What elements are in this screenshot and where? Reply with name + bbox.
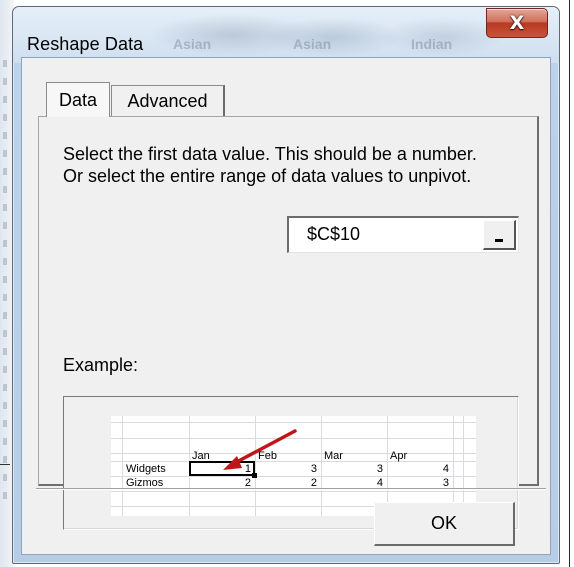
gridline	[111, 438, 476, 439]
background-title-ghost: Asian	[173, 36, 212, 52]
example-column-header: Mar	[324, 450, 343, 462]
example-column-header: Feb	[258, 450, 277, 462]
ok-button[interactable]: OK	[374, 502, 515, 546]
example-spreadsheet-image: Jan Feb Mar Apr Widgets 1 3 3 4 Gizmos 2…	[111, 416, 476, 516]
gridline	[463, 416, 464, 516]
range-input[interactable]	[289, 218, 479, 251]
range-selector	[287, 216, 519, 253]
data-tab-panel: Select the first data value. This should…	[38, 116, 539, 530]
gridline	[122, 416, 123, 516]
example-cell: 3	[310, 463, 317, 475]
gridline	[255, 416, 256, 516]
example-label: Example:	[63, 355, 139, 375]
tab-data[interactable]: Data	[46, 82, 110, 117]
background-divider	[569, 0, 570, 567]
gridline	[111, 453, 476, 454]
selected-cell-highlight	[189, 461, 255, 476]
dialog-client-area: Data Advanced Select the first data valu…	[21, 57, 551, 555]
gridline	[387, 416, 388, 516]
gridline	[453, 416, 454, 516]
tab-advanced[interactable]: Advanced	[111, 85, 225, 117]
fill-handle	[252, 473, 257, 478]
background-title-ghost: Indian	[411, 36, 453, 52]
example-row-label: Widgets	[126, 463, 166, 475]
close-button[interactable]: X	[486, 8, 548, 38]
instructions-text: Select the first data value. This should…	[63, 144, 477, 186]
title-bar[interactable]: Asian Asian Indian Reshape Data X	[13, 7, 559, 63]
gridline	[111, 476, 476, 477]
background-title-ghost: Asian	[293, 36, 332, 52]
background-divider	[0, 464, 10, 465]
gridline	[111, 491, 476, 492]
reshape-data-dialog: Asian Asian Indian Reshape Data X Data A…	[12, 6, 560, 564]
collapse-dialog-button[interactable]	[483, 220, 516, 250]
gridline	[111, 461, 476, 462]
button-separator	[36, 488, 546, 490]
example-cell: 4	[442, 463, 449, 475]
example-column-header: Apr	[390, 450, 408, 462]
dialog-title: Reshape Data	[27, 34, 144, 54]
gridline	[321, 416, 322, 516]
example-cell: 3	[376, 463, 383, 475]
close-icon: X	[509, 12, 525, 34]
gridline	[111, 422, 476, 423]
